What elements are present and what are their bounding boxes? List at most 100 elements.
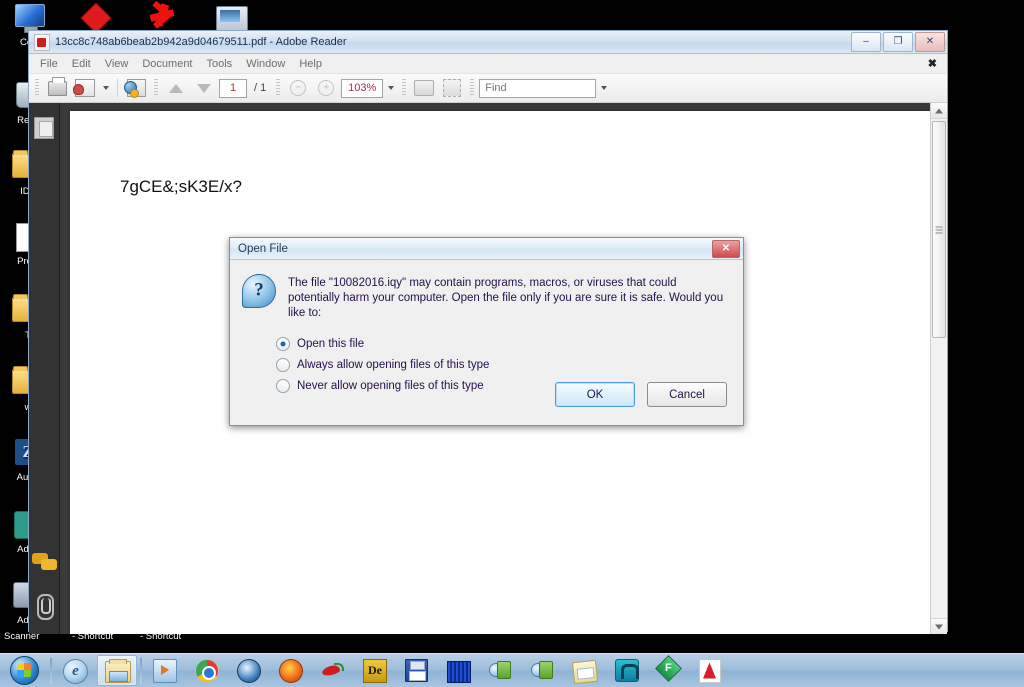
paperclip-icon[interactable] [33,592,57,620]
email-dropdown-icon[interactable] [103,86,109,90]
dialog-buttons: OK Cancel [555,382,727,407]
fit-page-button[interactable] [439,76,465,100]
toolbar-grip[interactable] [470,79,475,97]
close-document-button[interactable]: ✖ [928,57,943,70]
taskbar-item-windows-app-1[interactable] [481,655,521,686]
restore-icon: ❐ [893,36,903,47]
taskbar-item-adobe-reader[interactable] [691,655,731,686]
cancel-button[interactable]: Cancel [647,382,727,407]
taskbar: e De F [0,653,1024,687]
taskbar-item-thunderbird[interactable] [229,655,269,686]
pages-panel-icon[interactable] [34,117,54,139]
find-dropdown-icon[interactable] [601,86,608,90]
taskbar-item-f-app[interactable]: F [649,655,689,686]
radio-label: Always allow opening files of this type [297,358,490,371]
toolbar-grip[interactable] [276,79,281,97]
menu-view[interactable]: View [98,56,136,72]
toolbar-grip[interactable] [35,79,39,97]
zoom-dropdown-icon[interactable] [388,86,395,90]
taskbar-item-windows-app-2[interactable] [523,655,563,686]
print-button[interactable] [44,76,70,100]
toolbar-grip[interactable] [154,79,158,97]
taskbar-separator [140,657,142,684]
toolbar-grip[interactable] [402,79,407,97]
internet-explorer-icon: e [63,658,88,684]
radio-open-this-file[interactable]: Open this file [276,333,743,354]
find-input[interactable]: Find [479,78,597,98]
taskbar-item-notepad-app[interactable] [565,655,605,686]
scroll-up-button[interactable] [931,103,947,119]
adobe-reader-icon [699,658,721,683]
page-number-input[interactable]: 1 [219,78,247,98]
taskbar-item-chili-app[interactable] [313,655,353,686]
notepad-icon [571,659,599,684]
menu-file[interactable]: File [33,56,65,72]
f-app-icon: F [657,659,681,680]
zoom-out-button[interactable]: − [285,76,311,100]
taskbar-separator [50,657,52,684]
dialog-titlebar[interactable]: Open File ✕ [230,238,743,260]
restore-button[interactable]: ❐ [883,32,913,52]
collaborate-button[interactable] [123,76,149,100]
start-button[interactable] [0,655,48,686]
taskbar-item-de-app[interactable]: De [355,655,395,686]
previous-page-button[interactable] [163,76,189,100]
thunderbird-icon [237,658,261,683]
radio-icon[interactable] [276,378,290,393]
next-page-button[interactable] [191,76,217,100]
database-icon [447,660,471,683]
minimize-button[interactable]: – [851,32,881,52]
chevron-down-icon [935,624,943,629]
email-button[interactable] [72,76,98,100]
zoom-level-input[interactable]: 103% [341,78,384,98]
menu-edit[interactable]: Edit [65,56,98,72]
menu-window[interactable]: Window [239,56,292,72]
zoom-in-button[interactable]: + [313,76,339,100]
dialog-body: ? The file "10082016.iqy" may contain pr… [230,260,743,321]
taskbar-item-floppy-save-app[interactable] [397,655,437,686]
close-icon: ✕ [925,36,935,47]
firefox-icon [279,658,303,683]
windows-app-icon [531,660,553,681]
toolbar: 1 / 1 − + 103% Find [29,74,947,103]
menu-document[interactable]: Document [135,56,199,72]
floppy-disk-icon [405,658,428,682]
collaborate-icon [123,79,146,98]
taskbar-item-google-chrome[interactable] [187,655,227,686]
dialog-close-button[interactable]: ✕ [712,239,740,258]
page-total-label: / 1 [254,82,267,94]
dialog-message: The file "10082016.iqy" may contain prog… [288,277,724,319]
ok-button[interactable]: OK [555,382,635,407]
fit-width-icon [414,80,435,96]
speech-bubbles-icon[interactable] [32,553,58,575]
taskbar-item-firefox[interactable] [271,655,311,686]
radio-icon-selected[interactable] [276,336,290,351]
window-title: 13cc8c748ab6beab2b942a9d04679511.pdf - A… [55,36,347,48]
window-titlebar[interactable]: 13cc8c748ab6beab2b942a9d04679511.pdf - A… [29,31,947,54]
taskbar-item-windows-explorer[interactable] [97,655,137,686]
arrow-up-icon [169,83,183,93]
question-mark-icon: ? [242,274,276,308]
scroll-down-button[interactable] [931,618,947,634]
windows-explorer-icon [105,658,131,683]
vertical-scrollbar[interactable] [930,103,947,634]
menu-tools[interactable]: Tools [200,56,240,72]
menubar: File Edit View Document Tools Window Hel… [29,54,947,74]
fit-width-button[interactable] [411,76,437,100]
radio-icon[interactable] [276,357,290,372]
taskbar-item-database-app[interactable] [439,655,479,686]
chili-icon [321,662,345,679]
menu-help[interactable]: Help [292,56,329,72]
taskbar-item-windows-media-player[interactable] [145,655,185,686]
taskbar-item-n-app[interactable] [607,655,647,686]
taskbar-item-internet-explorer[interactable]: e [55,655,95,686]
scrollbar-thumb[interactable] [932,121,946,338]
google-chrome-icon [195,658,219,683]
close-button[interactable]: ✕ [915,32,945,52]
radio-always-allow[interactable]: Always allow opening files of this type [276,354,743,375]
email-icon [73,79,95,97]
start-orb-icon [9,656,39,685]
chevron-up-icon [935,108,943,113]
arrow-down-icon [197,83,211,93]
radio-label: Never allow opening files of this type [297,379,484,392]
